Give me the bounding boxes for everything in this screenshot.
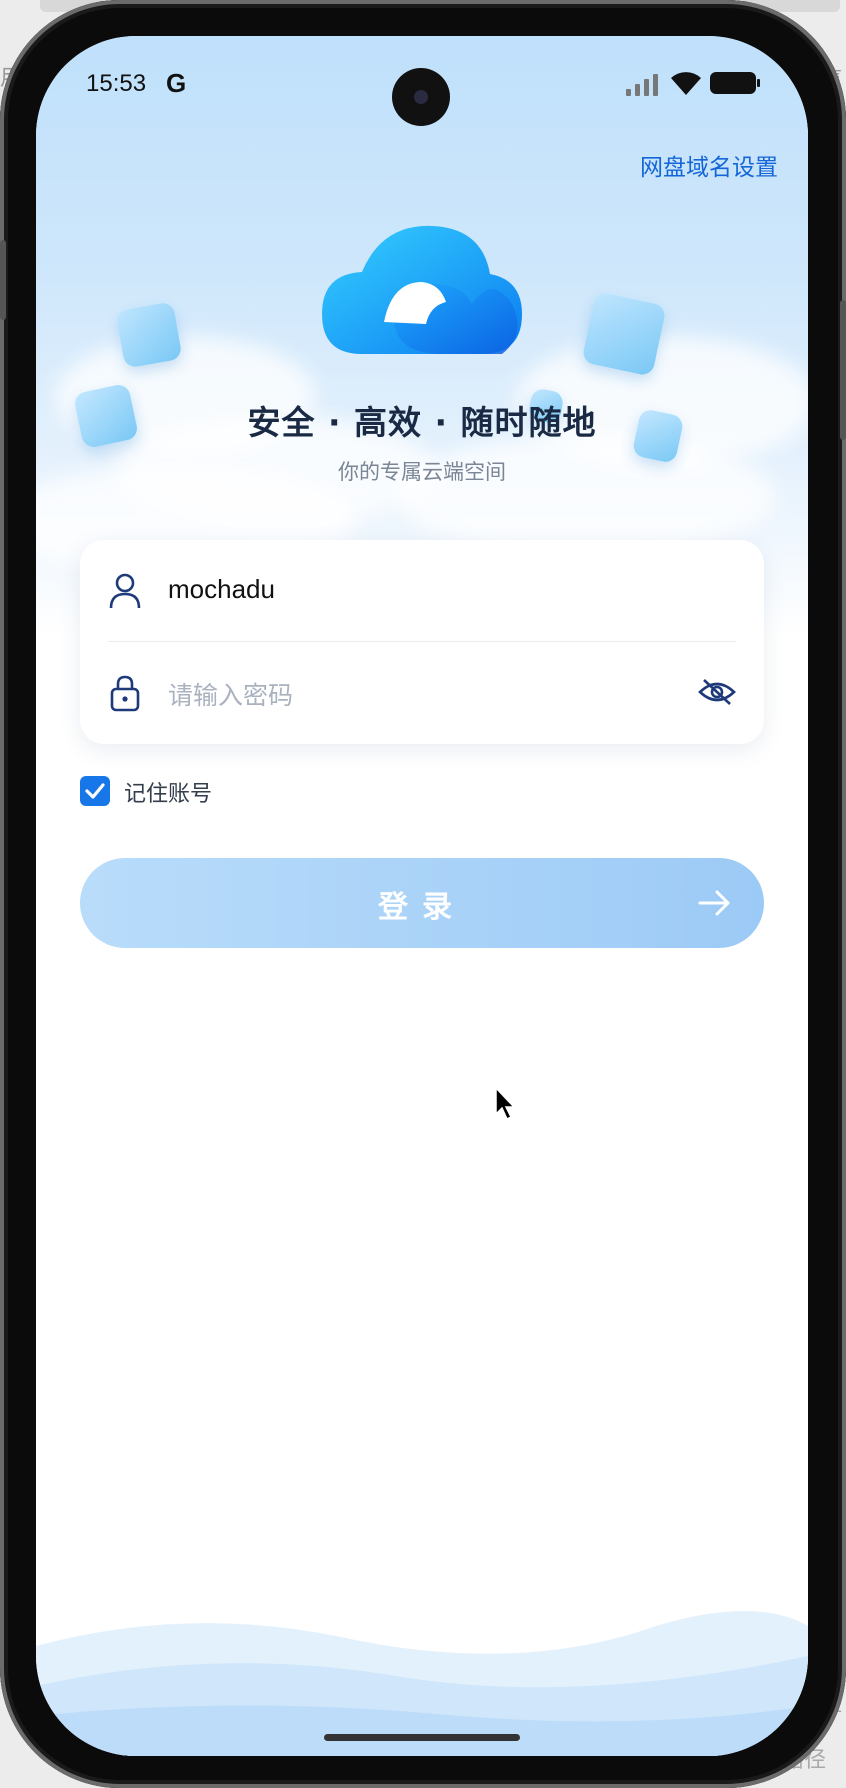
username-row[interactable]: mochadu bbox=[80, 540, 764, 642]
arrow-right-icon bbox=[698, 890, 730, 916]
front-camera bbox=[392, 68, 450, 126]
wifi-icon bbox=[671, 72, 701, 95]
image-file-icon bbox=[115, 301, 183, 369]
password-input[interactable]: 请输入密码 bbox=[168, 676, 293, 712]
eye-off-icon[interactable] bbox=[698, 676, 736, 708]
checkbox-checked[interactable] bbox=[80, 776, 110, 806]
cloud-logo-icon bbox=[322, 225, 522, 354]
remember-account-label: 记住账号 bbox=[124, 782, 213, 807]
home-indicator[interactable] bbox=[324, 1734, 520, 1741]
signal-icon bbox=[626, 74, 658, 96]
user-icon bbox=[109, 573, 141, 609]
status-time: 15:53 bbox=[86, 70, 147, 97]
google-notification-icon: G bbox=[166, 68, 187, 98]
check-icon bbox=[85, 783, 105, 799]
lock-icon bbox=[110, 675, 140, 712]
login-button[interactable]: 登录 bbox=[80, 858, 764, 948]
slogan-title: 安全 · 高效 · 随时随地 bbox=[247, 403, 597, 442]
bottom-wave-decoration bbox=[36, 1611, 808, 1756]
power-button bbox=[840, 300, 846, 440]
login-card: mochadu 请输入密码 bbox=[80, 540, 764, 744]
battery-icon bbox=[710, 72, 760, 94]
login-button-label: 登录 bbox=[378, 890, 466, 925]
slogan-subtitle: 你的专属云端空间 bbox=[338, 460, 506, 484]
domain-settings-link[interactable]: 网盘域名设置 bbox=[640, 148, 778, 182]
volume-button bbox=[0, 240, 6, 320]
username-input[interactable]: mochadu bbox=[168, 574, 275, 605]
phone-frame: 15:53 G 网盘域名设置 安全 · 高效 · 随时随地 你的专属云端空间 m… bbox=[0, 0, 846, 1788]
mouse-cursor-icon bbox=[495, 1086, 516, 1121]
video-file-icon bbox=[581, 291, 667, 377]
app-screen: 15:53 G 网盘域名设置 安全 · 高效 · 随时随地 你的专属云端空间 m… bbox=[36, 36, 808, 1756]
password-row[interactable]: 请输入密码 bbox=[80, 642, 764, 744]
